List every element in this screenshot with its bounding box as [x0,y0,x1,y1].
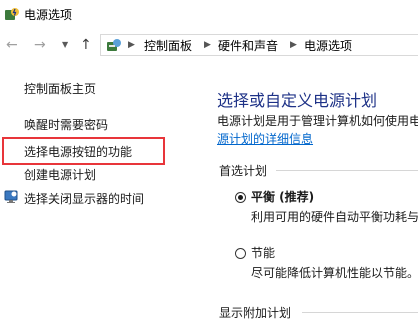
breadcrumb-item-hardware-sound[interactable]: 硬件和声音 [218,37,278,54]
breadcrumb-separator[interactable]: ▶ [204,40,211,50]
monitor-icon [4,190,18,203]
plan-balanced-label[interactable]: 平衡 (推荐) [251,188,314,205]
sidebar-item-power-button[interactable]: 选择电源按钮的功能 [24,143,132,160]
window-title: 电源选项 [24,8,73,22]
divider [302,312,418,313]
plan-balanced-radio[interactable] [235,192,246,203]
plan-balanced-description: 利用可用的硬件自动平衡功耗与 [251,210,418,224]
plan-power-saver-radio[interactable] [235,248,246,259]
sidebar-item-require-password[interactable]: 唤醒时需要密码 [24,116,108,133]
forward-arrow-icon[interactable]: → [34,37,46,53]
chevron-down-icon[interactable]: ▼ [62,40,68,49]
plan-power-saver-label[interactable]: 节能 [251,244,275,261]
show-additional-plans[interactable]: 显示附加计划 [219,304,291,321]
sidebar-item-create-plan[interactable]: 创建电源计划 [24,166,96,183]
page-title: 选择或自定义电源计划 [217,91,378,110]
plan-details-link[interactable]: 源计划的详细信息 [217,130,313,147]
sidebar-item-control-panel-home[interactable]: 控制面板主页 [24,80,96,97]
control-panel-icon [107,39,121,51]
description-text: 电源计划是用于管理计算机如何使用电 [217,114,418,128]
breadcrumb-separator[interactable]: ▶ [128,40,135,50]
up-arrow-icon[interactable]: ↑ [80,37,92,53]
breadcrumb-separator[interactable]: ▶ [290,40,297,50]
power-options-icon [5,8,19,20]
breadcrumb-item-control-panel[interactable]: 控制面板 [144,37,192,54]
back-arrow-icon[interactable]: ← [6,37,18,53]
sidebar-item-display-off-time[interactable]: 选择关闭显示器的时间 [24,190,144,207]
preferred-plans-heading: 首选计划 [219,164,268,178]
breadcrumb-item-power-options[interactable]: 电源选项 [304,37,352,54]
divider [276,170,418,171]
plan-power-saver-description: 尽可能降低计算机性能以节能。 [251,266,418,280]
